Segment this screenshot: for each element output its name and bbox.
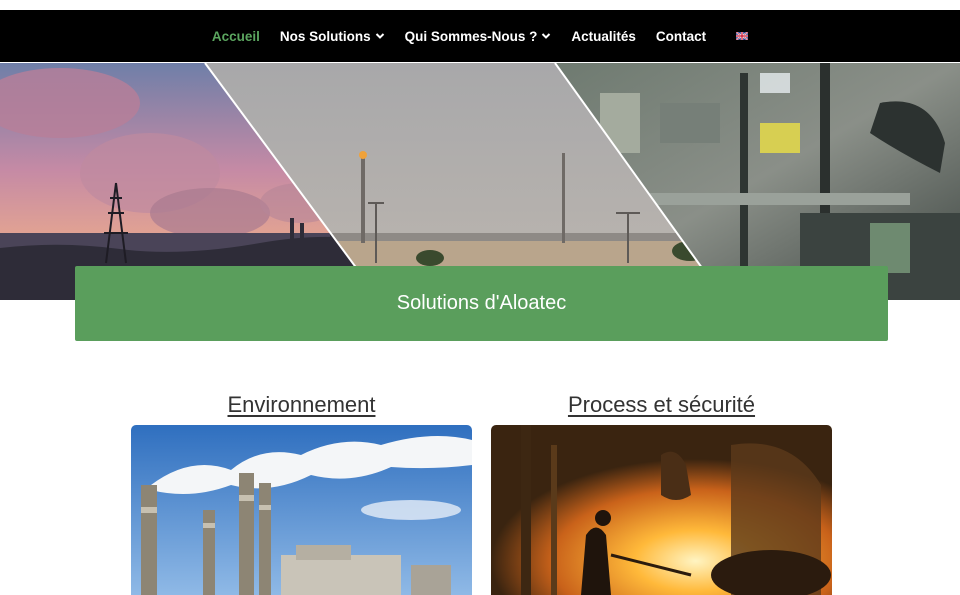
chevron-down-icon	[375, 33, 384, 39]
card-title-environnement[interactable]: Environnement	[131, 392, 472, 418]
solutions-banner: Solutions d'Aloatec	[75, 266, 888, 341]
nav-item-label: Accueil	[211, 28, 260, 44]
nav-item-contact[interactable]: Contact	[656, 29, 706, 44]
nav-item-accueil[interactable]: Accueil	[212, 29, 260, 44]
factory-chimneys-image[interactable]	[131, 425, 472, 595]
nav-item-nos-solutions[interactable]: Nos Solutions	[280, 29, 385, 44]
nav-item-label: Nos Solutions	[279, 28, 371, 44]
hero-collage	[0, 63, 960, 300]
main-navbar: Accueil Nos Solutions Qui Sommes-Nous ? …	[0, 10, 960, 62]
nav-item-label: Contact	[655, 28, 707, 44]
uk-flag-icon[interactable]	[736, 32, 749, 40]
card-title-process-securite[interactable]: Process et sécurité	[491, 392, 832, 418]
hero-collage-image	[0, 63, 960, 300]
nav-item-label: Qui Sommes-Nous ?	[404, 28, 538, 44]
chevron-down-icon	[542, 33, 551, 39]
molten-metal-foundry-image[interactable]	[491, 425, 832, 595]
nav-item-label: Actualités	[571, 28, 636, 44]
nav-menu: Accueil Nos Solutions Qui Sommes-Nous ? …	[0, 10, 960, 62]
nav-item-qui-sommes-nous[interactable]: Qui Sommes-Nous ?	[405, 29, 552, 44]
top-strip	[0, 0, 960, 10]
banner-title: Solutions d'Aloatec	[396, 292, 567, 314]
nav-item-actualites[interactable]: Actualités	[571, 29, 636, 44]
